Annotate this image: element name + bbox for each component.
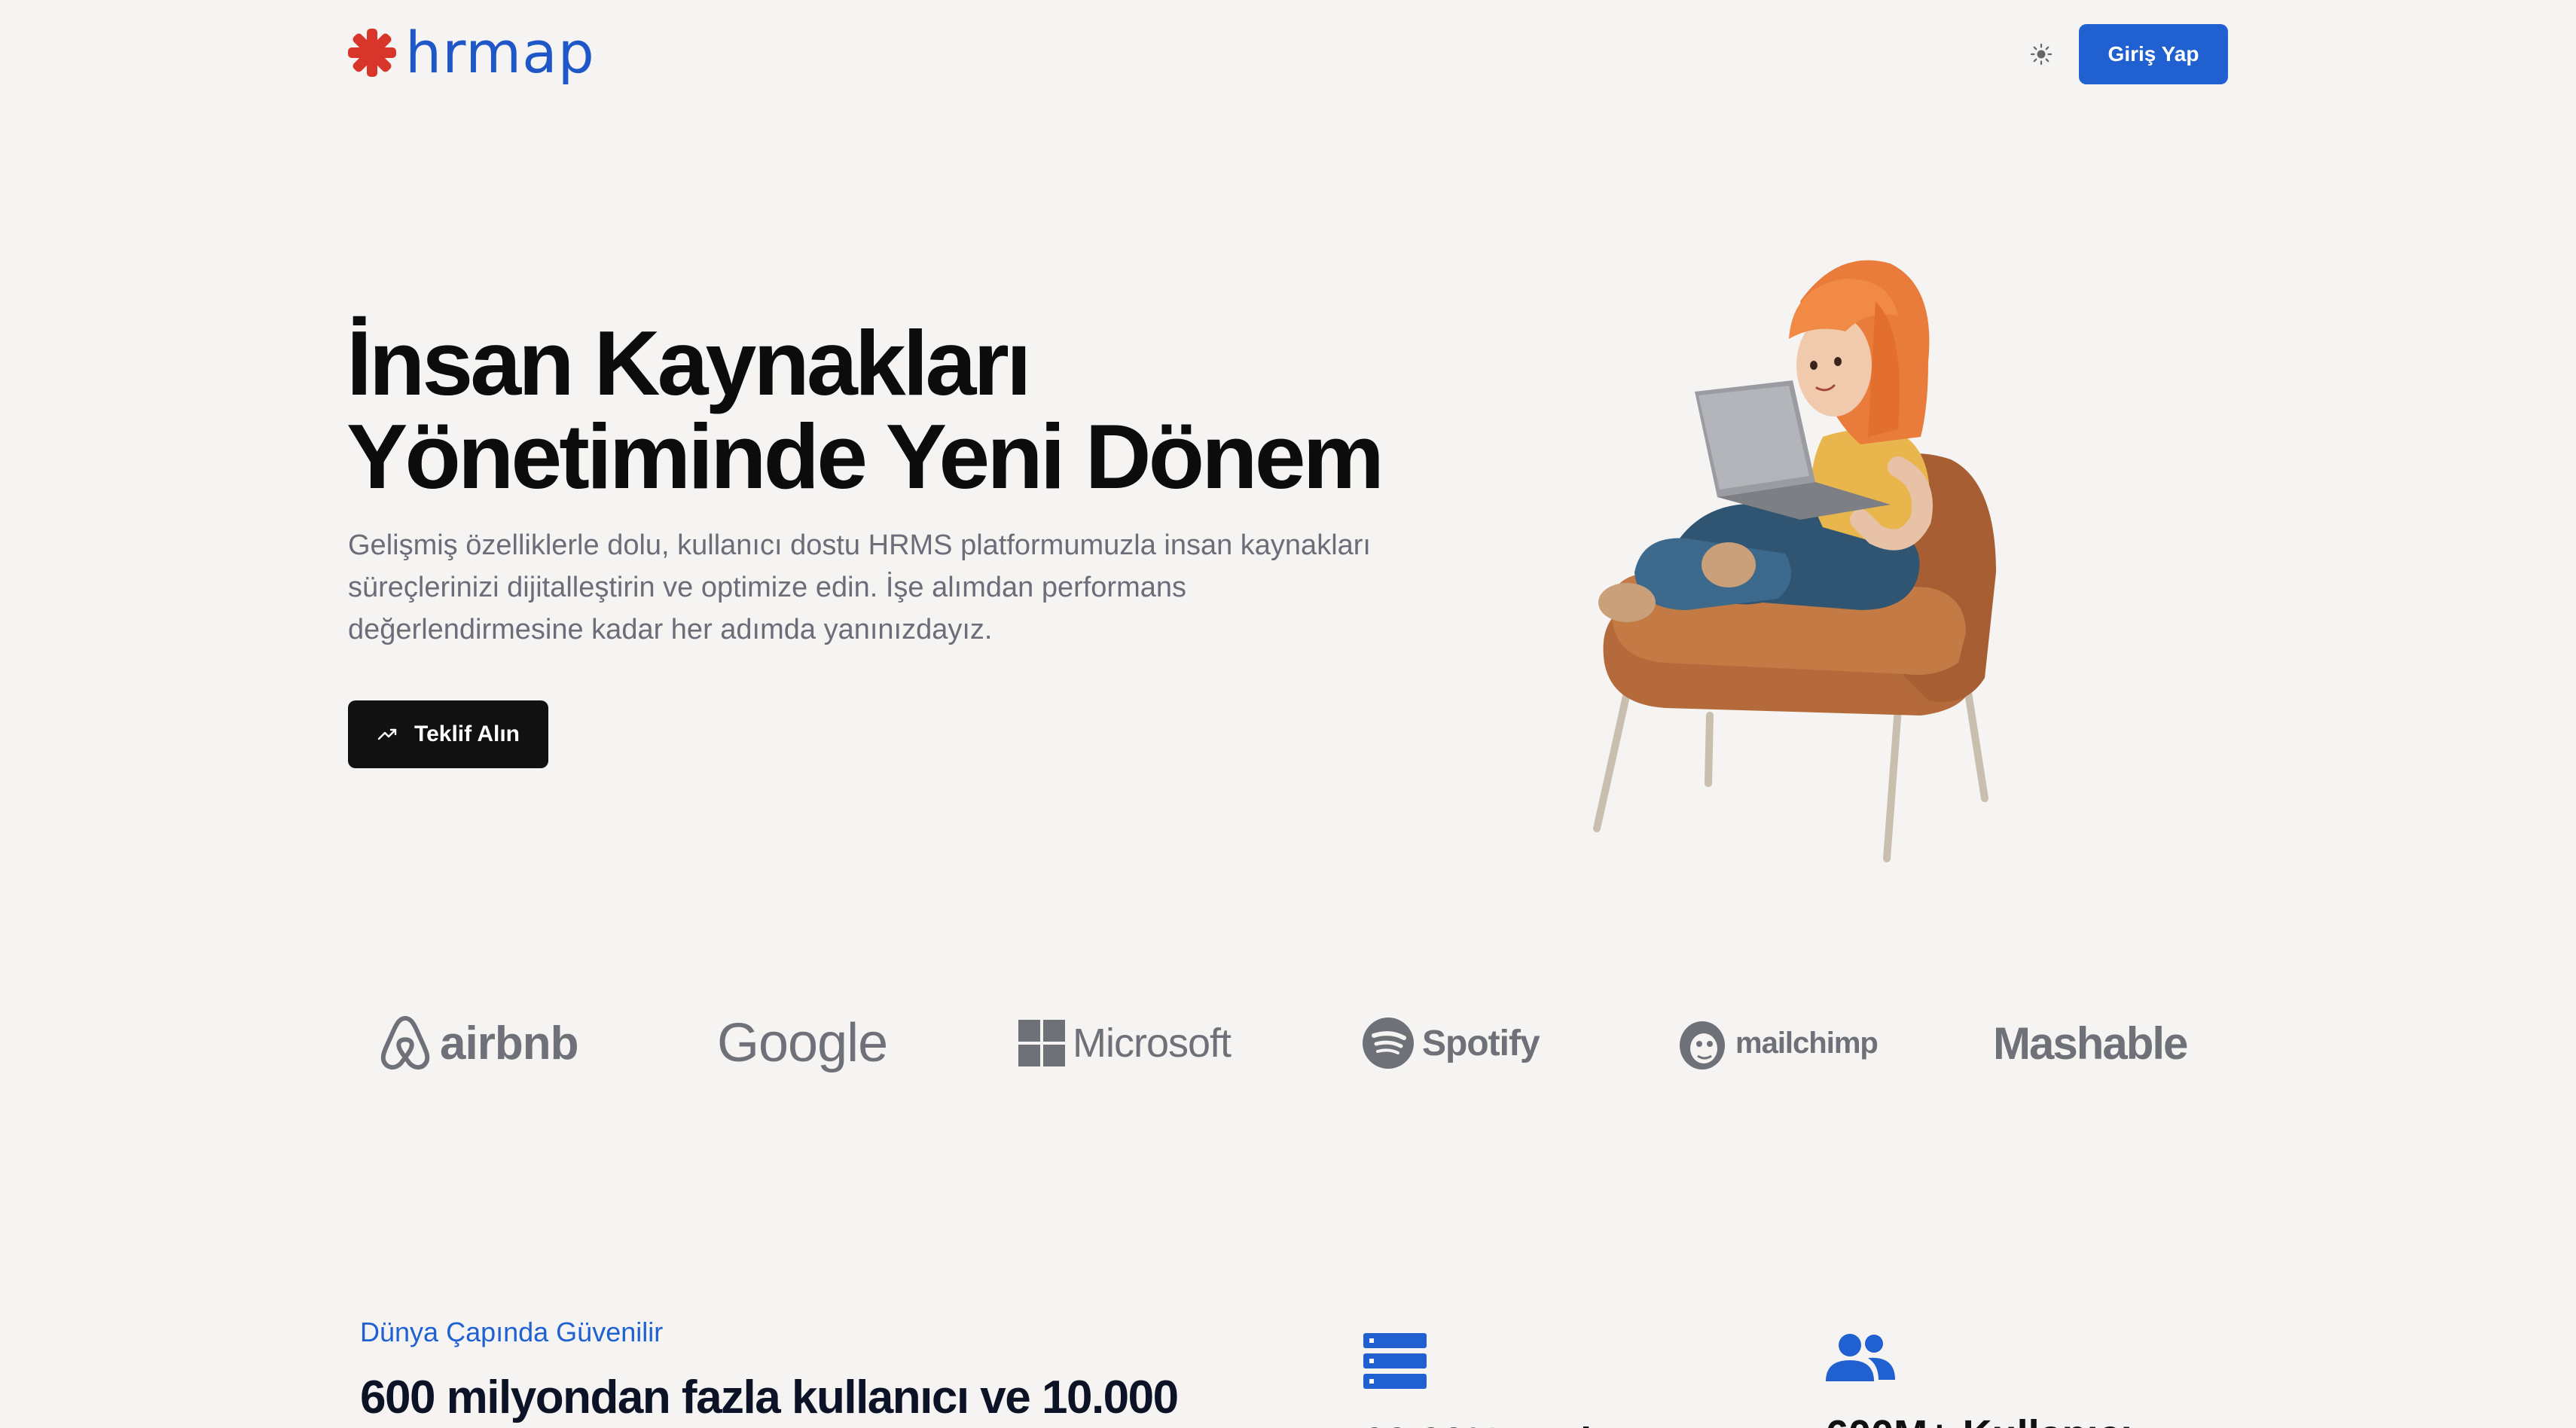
hero-title-line-2: Yönetiminde Yeni Dönem <box>346 405 1384 508</box>
airbnb-icon <box>380 1016 430 1069</box>
trending-up-icon <box>377 728 397 740</box>
stat-users-value: 600M+ Kullanıcı <box>1826 1411 2132 1428</box>
trust-label: Dünya Çapında Güvenilir <box>360 1317 664 1347</box>
brand-google: Google <box>717 1002 888 1085</box>
theme-toggle[interactable] <box>2028 41 2055 68</box>
spotify-icon <box>1363 1018 1414 1069</box>
asterisk-logo-icon <box>348 29 396 77</box>
login-button[interactable]: Giriş Yap <box>2079 24 2228 84</box>
stat-uptime: 99.99% Uptime <box>1363 1333 1665 1428</box>
microsoft-icon <box>1018 1020 1065 1066</box>
get-quote-button[interactable]: Teklif Alın <box>348 700 548 768</box>
brand-microsoft-label: Microsoft <box>1073 1021 1232 1066</box>
brand-google-label: Google <box>717 1013 888 1073</box>
server-icon <box>1363 1333 1427 1389</box>
hero-illustration <box>1593 260 1996 862</box>
brand-airbnb-label: airbnb <box>440 1017 578 1069</box>
stat-uptime-value: 99.99% Uptime <box>1363 1419 1665 1428</box>
brand-mailchimp-label: mailchimp <box>1735 1026 1879 1060</box>
brand-mashable-label: Mashable <box>1993 1018 2188 1069</box>
trust-title: 600 milyondan fazla kullanıcı ve 10.000 <box>360 1372 1179 1423</box>
sun-icon <box>2030 43 2053 66</box>
brand-airbnb: airbnb <box>378 1002 578 1085</box>
brand-mashable: Mashable <box>1993 1002 2188 1085</box>
hero-title: İnsan Kaynakları Yönetiminde Yeni Dönem <box>346 316 1476 503</box>
brand-logos-row: airbnb Google Microsoft Spotify mailchim… <box>346 1002 2230 1085</box>
logo-text: hrmap <box>405 19 595 86</box>
brand-spotify-label: Spotify <box>1422 1023 1540 1063</box>
landing-page: hrmap Giriş Yap İnsan Kaynakları Yönetim… <box>0 0 2576 1428</box>
mailchimp-icon <box>1680 1021 1725 1069</box>
brand-logo[interactable]: hrmap <box>346 23 595 83</box>
hero-title-line-1: İnsan Kaynakları <box>346 312 1032 414</box>
brand-microsoft: Microsoft <box>1018 1002 1232 1085</box>
site-header: hrmap Giriş Yap <box>0 0 2576 113</box>
get-quote-label: Teklif Alın <box>414 722 520 746</box>
brand-mailchimp: mailchimp <box>1675 1002 1879 1085</box>
hero-subtitle: Gelişmiş özelliklerle dolu, kullanıcı do… <box>348 529 1371 645</box>
brand-spotify: Spotify <box>1362 1002 1540 1085</box>
users-icon <box>1826 1334 1895 1381</box>
stat-users: 600M+ Kullanıcı <box>1826 1333 2132 1428</box>
